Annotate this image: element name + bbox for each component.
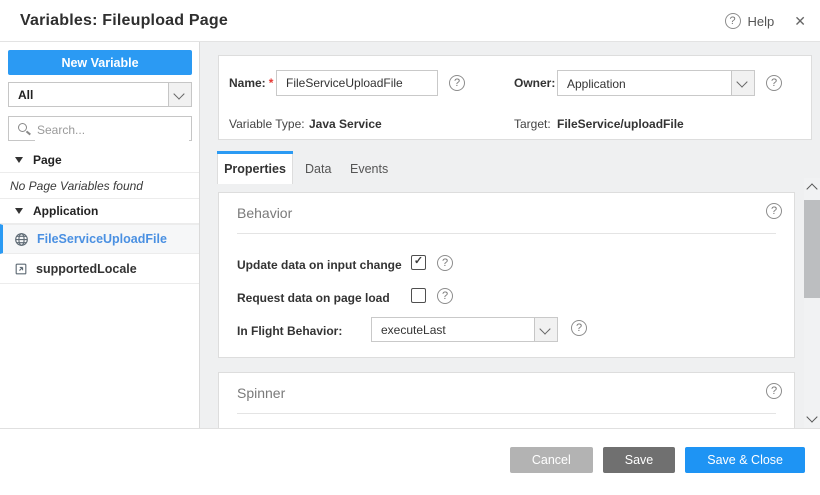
name-input[interactable]	[276, 70, 438, 96]
update-data-help-icon[interactable]: ?	[437, 255, 453, 271]
owner-label: Owner:*	[514, 76, 563, 90]
required-marker: *	[269, 76, 274, 90]
search-box	[8, 116, 192, 141]
request-data-help-icon[interactable]: ?	[437, 288, 453, 304]
in-flight-behavior-label: In Flight Behavior:	[237, 324, 342, 338]
name-label-text: Name:	[229, 76, 266, 90]
close-icon[interactable]: ✕	[794, 13, 806, 30]
chevron-down-icon	[539, 323, 550, 334]
update-data-label: Update data on input change	[237, 258, 402, 272]
name-label: Name:*	[229, 76, 273, 90]
collapse-arrow-icon	[15, 157, 23, 163]
help-link[interactable]: Help	[748, 14, 775, 29]
footer-buttons: Cancel Save Save & Close	[510, 447, 805, 473]
variable-summary-card: Name:* ? Owner:* Application ? Variable …	[218, 55, 812, 140]
properties-scrollbar[interactable]	[804, 178, 820, 428]
update-data-checkbox[interactable]: ✓	[411, 255, 426, 270]
page-title: Variables: Fileupload Page	[20, 0, 228, 42]
check-icon: ✓	[414, 255, 423, 267]
in-flight-dropdown-button[interactable]	[534, 318, 557, 341]
new-variable-button[interactable]: New Variable	[8, 50, 192, 75]
section-divider	[237, 233, 776, 234]
help-icon[interactable]: ?	[725, 13, 741, 29]
behavior-section-title: Behavior	[237, 205, 292, 221]
tree-section-label: Application	[33, 204, 98, 218]
dialog-titlebar: Variables: Fileupload Page ? Help ✕	[0, 0, 820, 42]
search-icon	[18, 123, 27, 132]
dialog-footer: Cancel Save Save & Close	[0, 428, 820, 495]
variable-type-label: Variable Type:	[229, 117, 305, 131]
variable-name: supportedLocale	[36, 262, 137, 276]
in-flight-help-icon[interactable]: ?	[571, 320, 587, 336]
spinner-section-title: Spinner	[237, 385, 285, 401]
behavior-section: Behavior ? Update data on input change ✓…	[218, 192, 795, 358]
behavior-help-icon[interactable]: ?	[766, 203, 782, 219]
request-data-checkbox[interactable]	[411, 288, 426, 303]
owner-select[interactable]: Application	[557, 70, 755, 96]
spinner-section: Spinner ?	[218, 372, 795, 428]
variable-item-fileserviceuploadfile[interactable]: FileServiceUploadFile	[0, 224, 199, 254]
owner-selected-value: Application	[567, 77, 626, 91]
variables-sidebar: New Variable All Page No Page Variables …	[0, 42, 200, 428]
page-empty-message: No Page Variables found	[0, 173, 199, 199]
variable-filter-select[interactable]: All	[8, 82, 192, 107]
search-input[interactable]	[35, 118, 189, 141]
name-help-icon[interactable]: ?	[449, 75, 465, 91]
owner-label-text: Owner:	[514, 76, 555, 90]
scroll-down-icon[interactable]	[806, 411, 817, 422]
spinner-help-icon[interactable]: ?	[766, 383, 782, 399]
active-tab-indicator	[217, 151, 293, 154]
target-value: FileService/uploadFile	[557, 117, 684, 131]
chevron-down-icon	[173, 88, 184, 99]
filter-dropdown-button[interactable]	[168, 83, 191, 106]
in-flight-behavior-select[interactable]: executeLast	[371, 317, 558, 342]
save-button[interactable]: Save	[603, 447, 676, 473]
section-divider	[237, 413, 776, 414]
header-actions: ? Help ✕	[725, 0, 812, 42]
model-variable-icon	[14, 262, 28, 276]
collapse-arrow-icon	[15, 208, 23, 214]
variable-name: FileServiceUploadFile	[37, 232, 167, 246]
scroll-up-icon[interactable]	[806, 183, 817, 194]
owner-dropdown-button[interactable]	[731, 71, 754, 95]
in-flight-selected-value: executeLast	[381, 323, 446, 337]
request-data-label: Request data on page load	[237, 291, 390, 305]
save-and-close-button[interactable]: Save & Close	[685, 447, 805, 473]
scrollbar-thumb[interactable]	[804, 200, 820, 298]
cancel-button[interactable]: Cancel	[510, 447, 593, 473]
tab-label: Properties	[218, 162, 292, 176]
tab-properties[interactable]: Properties	[217, 151, 293, 184]
variable-item-supportedlocale[interactable]: supportedLocale	[0, 254, 199, 284]
variables-dialog: Variables: Fileupload Page ? Help ✕ New …	[0, 0, 820, 495]
tree-section-application[interactable]: Application	[0, 199, 199, 224]
variables-tree: Page No Page Variables found Application…	[0, 148, 199, 284]
owner-help-icon[interactable]: ?	[766, 75, 782, 91]
tree-section-page[interactable]: Page	[0, 148, 199, 173]
chevron-down-icon	[736, 76, 747, 87]
variable-type-value: Java Service	[309, 117, 382, 131]
filter-selected-value: All	[18, 88, 33, 102]
tree-section-label: Page	[33, 153, 62, 167]
java-service-variable-icon	[14, 232, 29, 247]
tab-data[interactable]: Data	[305, 162, 331, 176]
target-label: Target:	[514, 117, 551, 131]
tab-events[interactable]: Events	[350, 162, 388, 176]
